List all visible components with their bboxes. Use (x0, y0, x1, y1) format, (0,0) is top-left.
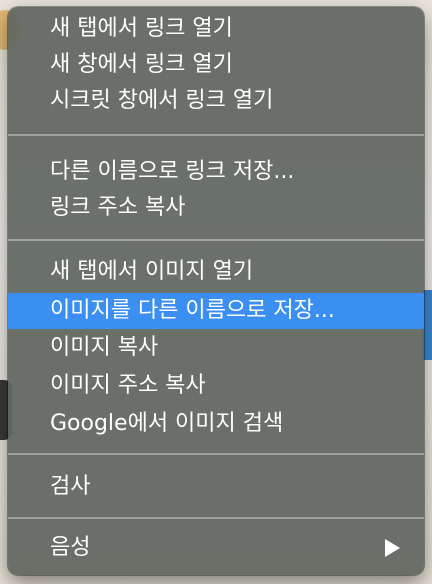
chevron-right-icon (385, 539, 400, 557)
menu-item-speech[interactable]: 음성 (8, 530, 424, 566)
menu-separator (8, 134, 424, 136)
menu-item-copy-image-address[interactable]: 이미지 주소 복사 (8, 368, 424, 404)
menu-item-label: 링크 주소 복사 (50, 195, 186, 220)
menu-item-label: 이미지 주소 복사 (50, 373, 206, 398)
menu-item-label: 새 창에서 링크 열기 (50, 52, 233, 77)
menu-item-label: 다른 이름으로 링크 저장... (50, 159, 295, 184)
menu-item-open-link-incognito[interactable]: 시크릿 창에서 링크 열기 (8, 83, 424, 119)
menu-item-label: 새 탭에서 이미지 열기 (50, 259, 254, 284)
menu-item-copy-link-address[interactable]: 링크 주소 복사 (8, 190, 424, 226)
menu-item-open-image-new-tab[interactable]: 새 탭에서 이미지 열기 (8, 254, 424, 290)
menu-item-open-link-new-window[interactable]: 새 창에서 링크 열기 (8, 47, 424, 83)
menu-item-label: Google에서 이미지 검색 (50, 411, 284, 436)
menu-item-search-image-google[interactable]: Google에서 이미지 검색 (8, 406, 424, 442)
context-menu: 새 탭에서 링크 열기 새 창에서 링크 열기 시크릿 창에서 링크 열기 다른… (8, 7, 424, 575)
menu-item-label: 새 탭에서 링크 열기 (50, 16, 233, 41)
menu-item-label: 이미지 복사 (50, 335, 159, 360)
menu-item-save-link-as[interactable]: 다른 이름으로 링크 저장... (8, 154, 424, 190)
menu-item-label: 음성 (50, 535, 91, 560)
menu-item-label: 검사 (50, 474, 91, 499)
menu-item-inspect[interactable]: 검사 (8, 469, 424, 505)
menu-separator (8, 453, 424, 455)
menu-item-label: 시크릿 창에서 링크 열기 (50, 88, 274, 113)
menu-separator (8, 517, 424, 519)
menu-item-label: 이미지를 다른 이름으로 저장... (50, 298, 335, 323)
menu-item-save-image-as[interactable]: 이미지를 다른 이름으로 저장... (8, 293, 424, 329)
menu-item-open-link-new-tab[interactable]: 새 탭에서 링크 열기 (8, 11, 424, 47)
menu-separator (8, 239, 424, 241)
menu-item-copy-image[interactable]: 이미지 복사 (8, 330, 424, 366)
